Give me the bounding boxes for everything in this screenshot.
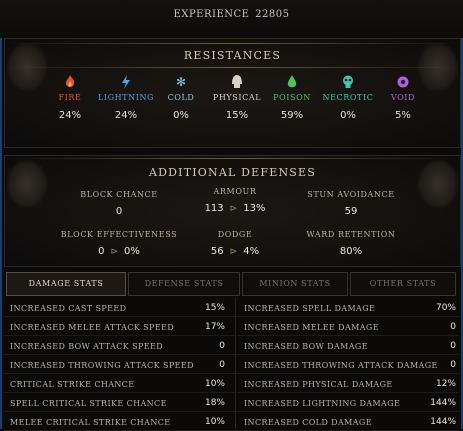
stat-row: INCREASED BOW ATTACK SPEED 0 INCREASED BOW… bbox=[4, 336, 459, 355]
stat-label: INCREASED MELEE ATTACK SPEED bbox=[10, 323, 175, 332]
stat-value: 10% bbox=[204, 379, 225, 389]
fire-icon bbox=[63, 75, 77, 89]
armour-mitigation: 13% bbox=[243, 203, 266, 214]
stat-value: 15% bbox=[204, 303, 225, 313]
divider bbox=[5, 158, 460, 159]
stat-value: 144% bbox=[430, 398, 456, 408]
stat-value: 0 bbox=[219, 360, 225, 370]
stat-value: 10% bbox=[204, 417, 225, 427]
experience-value: 22805 bbox=[255, 9, 290, 20]
stat-label: INCREASED BOW DAMAGE bbox=[244, 342, 368, 351]
divider bbox=[5, 43, 460, 44]
stun-avoidance-stat: STUN AVOIDANCE 59 bbox=[281, 190, 421, 217]
stat-label: CRITICAL STRIKE CHANCE bbox=[10, 380, 135, 389]
snowflake-icon: ✻ bbox=[175, 75, 187, 89]
additional-defenses-panel: ADDITIONAL DEFENSES BLOCK CHANCE 0 ARMOU… bbox=[4, 155, 461, 267]
stat-row: CRITICAL STRIKE CHANCE 10% INCREASED PHYSI… bbox=[4, 374, 459, 393]
lightning-icon bbox=[119, 75, 133, 89]
stat-value: 0 bbox=[450, 360, 456, 370]
stat-value: 144% bbox=[430, 417, 456, 427]
stat-value: 12% bbox=[435, 379, 456, 389]
void-icon bbox=[396, 75, 410, 89]
resistance-label: VOID bbox=[390, 93, 416, 102]
stats-tab-bar: DAMAGE STATS DEFENSE STATS MINION STATS … bbox=[4, 272, 459, 296]
resistance-value: 5% bbox=[395, 110, 411, 121]
resistances-title: RESISTANCES bbox=[183, 49, 282, 62]
resistances-panel: RESISTANCES FIRE 24% LIGHTNING 24% ✻ COL… bbox=[4, 38, 461, 148]
tab-other-stats[interactable]: OTHER STATS bbox=[350, 272, 456, 296]
stat-value: 18% bbox=[204, 398, 225, 408]
ward-retention-label: WARD RETENTION bbox=[306, 230, 396, 239]
experience-label: EXPERIENCE bbox=[173, 9, 250, 20]
armour-value: 113 bbox=[204, 203, 224, 214]
stat-row: SPELL CRITICAL STRIKE CHANCE 18% INCREASED… bbox=[4, 393, 459, 412]
damage-stats-list: INCREASED CAST SPEED 15% INCREASED SPELL D… bbox=[4, 298, 459, 431]
ward-retention-value: 80% bbox=[339, 246, 363, 257]
stat-label: INCREASED BOW ATTACK SPEED bbox=[10, 342, 164, 351]
stat-label: INCREASED SPELL DAMAGE bbox=[244, 304, 376, 313]
stat-value: 0 bbox=[450, 322, 456, 332]
dodge-percent: 4% bbox=[243, 246, 260, 257]
necrotic-icon bbox=[341, 75, 355, 89]
stat-row: INCREASED THROWING ATTACK SPEED 0 INCREASE… bbox=[4, 355, 459, 374]
tab-defense-stats[interactable]: DEFENSE STATS bbox=[128, 272, 240, 296]
arrow-right-icon: ⊳ bbox=[229, 204, 238, 214]
stat-label: INCREASED PHYSICAL DAMAGE bbox=[244, 380, 393, 389]
stat-value: 17% bbox=[204, 322, 225, 332]
block-effectiveness-value: 0 bbox=[98, 246, 105, 257]
stat-value: 70% bbox=[435, 303, 456, 313]
physical-icon bbox=[230, 75, 244, 89]
stat-label: MELEE CRITICAL STRIKE CHANCE bbox=[10, 418, 171, 427]
stat-value: 0 bbox=[450, 341, 456, 351]
tab-damage-stats[interactable]: DAMAGE STATS bbox=[6, 272, 126, 296]
additional-defenses-title: ADDITIONAL DEFENSES bbox=[148, 166, 317, 179]
stat-label: INCREASED COLD DAMAGE bbox=[244, 418, 372, 427]
block-effectiveness-percent: 0% bbox=[124, 246, 140, 257]
stat-label: INCREASED MELEE DAMAGE bbox=[244, 323, 379, 332]
dodge-value: 56 bbox=[210, 246, 224, 257]
stat-label: INCREASED THROWING ATTACK SPEED bbox=[10, 361, 194, 370]
experience-bar: EXPERIENCE 22805 bbox=[0, 0, 463, 38]
stat-label: INCREASED CAST SPEED bbox=[10, 304, 127, 313]
stat-row: INCREASED CAST SPEED 15% INCREASED SPELL D… bbox=[4, 298, 459, 317]
stun-avoidance-value: 59 bbox=[344, 206, 358, 217]
poison-icon bbox=[285, 75, 299, 89]
ward-retention-stat: WARD RETENTION 80% bbox=[281, 230, 421, 257]
stat-value: 0 bbox=[219, 341, 225, 351]
stun-avoidance-label: STUN AVOIDANCE bbox=[307, 190, 395, 199]
stat-row: INCREASED MELEE ATTACK SPEED 17% INCREASED… bbox=[4, 317, 459, 336]
stat-label: INCREASED LIGHTNING DAMAGE bbox=[244, 399, 401, 408]
experience-readout: EXPERIENCE 22805 bbox=[0, 9, 463, 20]
arrow-right-icon: ⊳ bbox=[110, 247, 119, 257]
stat-row: MELEE CRITICAL STRIKE CHANCE 10% INCREASED… bbox=[4, 412, 459, 431]
divider bbox=[5, 67, 460, 68]
tab-minion-stats[interactable]: MINION STATS bbox=[242, 272, 348, 296]
resistance-void: VOID 5% bbox=[370, 75, 436, 121]
stat-label: SPELL CRITICAL STRIKE CHANCE bbox=[10, 399, 167, 408]
arrow-right-icon: ⊳ bbox=[229, 247, 238, 257]
